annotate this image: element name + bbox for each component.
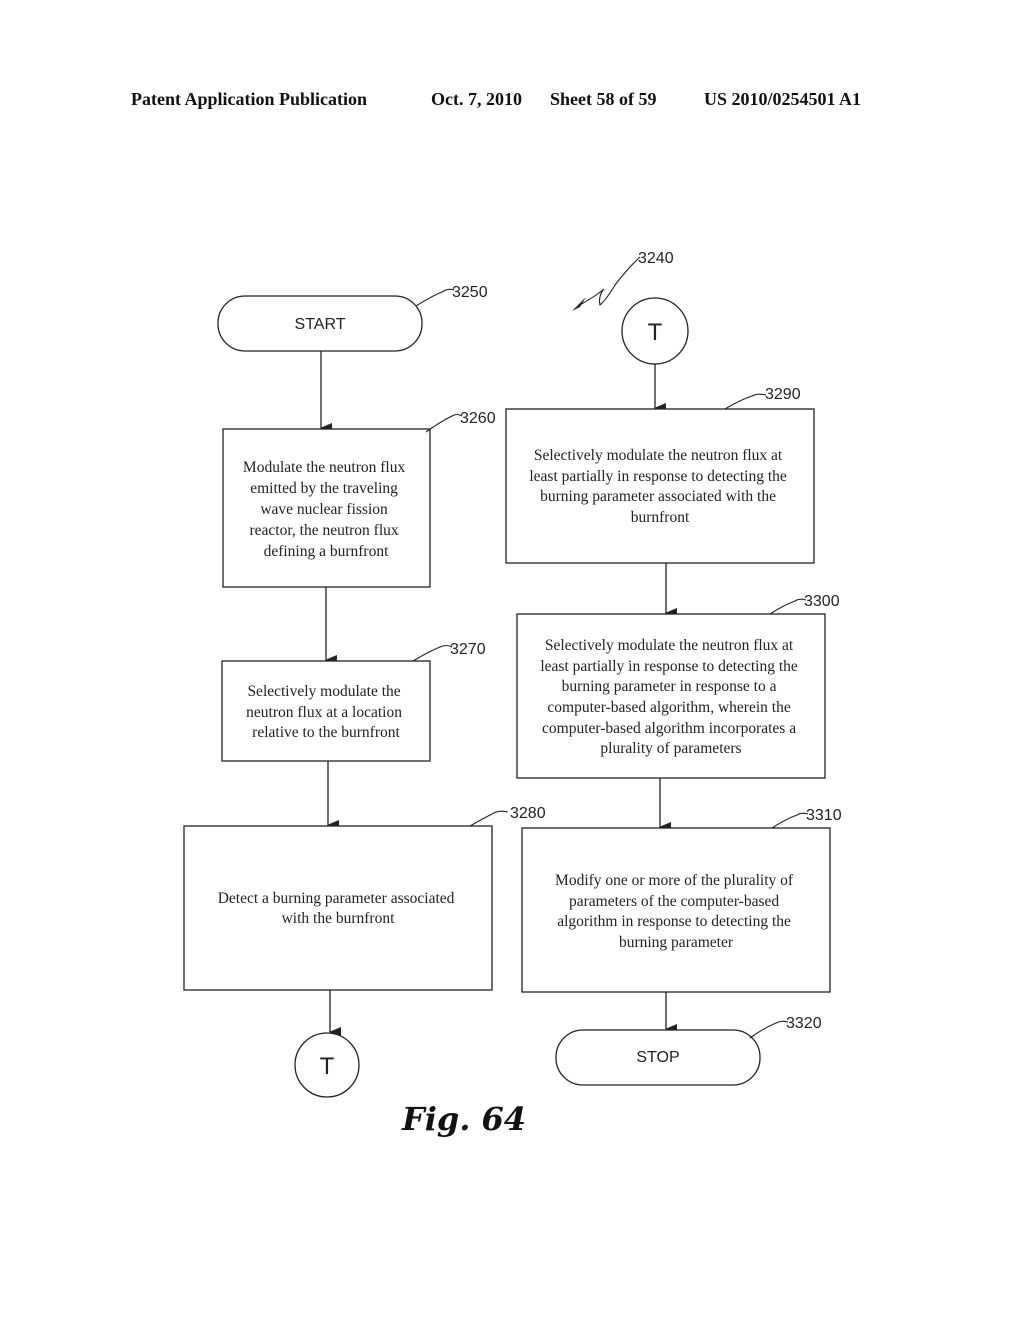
ref-3270: 3270 bbox=[450, 641, 486, 658]
figure-ref-number: 3240 bbox=[638, 250, 674, 267]
ref-leader-3260 bbox=[425, 413, 463, 433]
step-3270-text: Selectively modulate the neutron flux at… bbox=[246, 683, 406, 741]
ref-3290: 3290 bbox=[765, 386, 801, 403]
figure-reference-leader bbox=[577, 256, 641, 307]
stop-terminal: STOP 3320 bbox=[555, 1015, 822, 1086]
start-label: START bbox=[295, 316, 346, 333]
ref-leader-3250 bbox=[415, 288, 455, 307]
ref-leader-3290 bbox=[724, 393, 767, 410]
step-3290: Selectively modulate the neutron flux at… bbox=[505, 386, 815, 564]
ref-3280: 3280 bbox=[510, 805, 546, 822]
ref-3250: 3250 bbox=[452, 284, 488, 301]
step-3310-box bbox=[521, 827, 831, 993]
ref-3300: 3300 bbox=[804, 593, 840, 610]
step-3310: Modify one or more of the plurality of p… bbox=[521, 807, 842, 993]
step-3260: Modulate the neutron flux emitted by the… bbox=[222, 410, 496, 588]
ref-leader-3270 bbox=[412, 644, 453, 662]
connector-in: T bbox=[621, 297, 689, 365]
ref-leader-3280 bbox=[469, 810, 509, 827]
ref-3260: 3260 bbox=[460, 410, 496, 427]
flowchart: 3240 START 3250 Modulate the neutron flu… bbox=[183, 250, 842, 1138]
start-terminal: START 3250 bbox=[217, 284, 488, 352]
connector-out: T bbox=[294, 1032, 360, 1098]
ref-leader-3300 bbox=[769, 598, 807, 615]
step-3270: Selectively modulate the neutron flux at… bbox=[221, 641, 486, 762]
ref-3310: 3310 bbox=[806, 807, 842, 824]
connector-out-label: T bbox=[320, 1053, 335, 1080]
stop-label: STOP bbox=[636, 1049, 679, 1066]
connector-in-label: T bbox=[648, 319, 663, 346]
figure-reference-arrowhead bbox=[572, 297, 586, 311]
figure-label: Fig. 64 bbox=[401, 1100, 526, 1138]
ref-leader-3320 bbox=[749, 1020, 789, 1039]
step-3300: Selectively modulate the neutron flux at… bbox=[516, 593, 840, 779]
step-3280: Detect a burning parameter associated wi… bbox=[183, 805, 546, 991]
ref-3320: 3320 bbox=[786, 1015, 822, 1032]
step-3290-box bbox=[505, 408, 815, 564]
step-3280-box bbox=[183, 825, 493, 991]
step-3260-text: Modulate the neutron flux emitted by the… bbox=[243, 459, 409, 560]
ref-leader-3310 bbox=[771, 812, 809, 829]
